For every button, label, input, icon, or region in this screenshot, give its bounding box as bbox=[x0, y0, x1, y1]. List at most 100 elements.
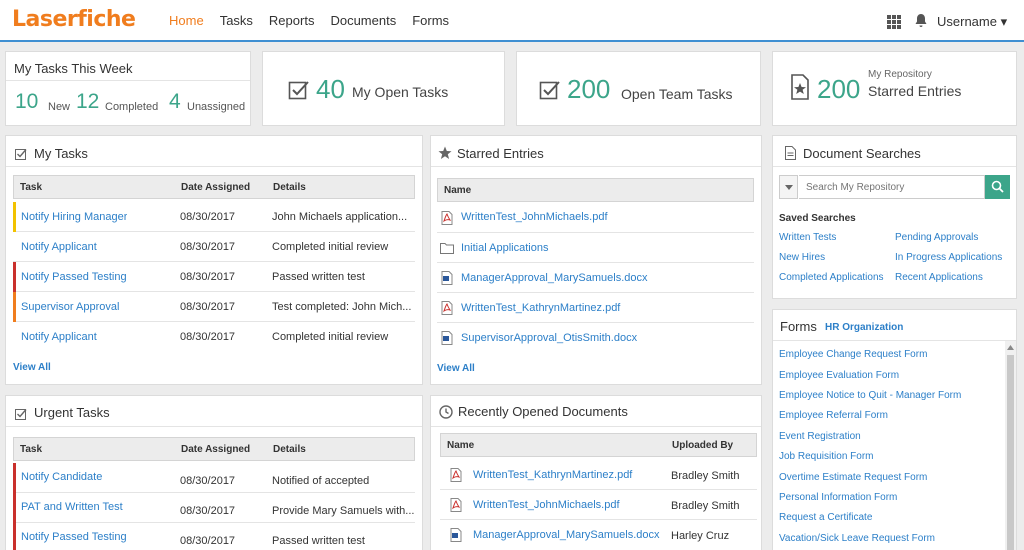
form-link[interactable]: Employee Notice to Quit - Manager Form bbox=[779, 390, 961, 401]
pdf-icon bbox=[450, 498, 462, 512]
nav-reports[interactable]: Reports bbox=[269, 13, 315, 28]
task-date: 08/30/2017 bbox=[180, 505, 236, 517]
docx-icon bbox=[441, 271, 453, 285]
file-row[interactable]: ManagerApproval_MarySamuels.docx Harley … bbox=[440, 520, 757, 550]
file-link[interactable]: WrittenTest_JohnMichaels.pdf bbox=[461, 211, 608, 223]
table-row[interactable]: Notify Passed Testing 08/30/2017 Passed … bbox=[13, 523, 415, 550]
column-date[interactable]: Date Assigned bbox=[181, 444, 250, 455]
file-row[interactable]: WrittenTest_KathrynMartinez.pdf bbox=[437, 293, 754, 323]
search-input[interactable] bbox=[799, 175, 985, 199]
file-link[interactable]: ManagerApproval_MarySamuels.docx bbox=[461, 272, 647, 284]
uploaded-by: Bradley Smith bbox=[671, 500, 740, 512]
table-row[interactable]: Notify Applicant 08/30/2017 Completed in… bbox=[13, 322, 415, 352]
form-link[interactable]: Employee Evaluation Form bbox=[779, 370, 899, 381]
search-scope-dropdown[interactable] bbox=[779, 175, 798, 199]
search-icon bbox=[991, 180, 1004, 193]
table-row[interactable]: Supervisor Approval 08/30/2017 Test comp… bbox=[13, 292, 415, 322]
task-date: 08/30/2017 bbox=[180, 241, 236, 253]
starred-view-all[interactable]: View All bbox=[437, 363, 475, 374]
task-link[interactable]: Notify Hiring Manager bbox=[21, 211, 127, 223]
column-name[interactable]: Name bbox=[444, 185, 471, 196]
column-name[interactable]: Name bbox=[447, 440, 474, 451]
form-link[interactable]: Job Requisition Form bbox=[779, 451, 873, 462]
file-link[interactable]: WrittenTest_KathrynMartinez.pdf bbox=[473, 469, 632, 481]
starred-summary-card[interactable]: 200 My Repository Starred Entries bbox=[772, 51, 1017, 126]
table-row[interactable]: Notify Passed Testing 08/30/2017 Passed … bbox=[13, 262, 415, 292]
folder-link[interactable]: Initial Applications bbox=[461, 242, 548, 254]
saved-search-link[interactable]: Pending Approvals bbox=[895, 232, 978, 243]
file-row[interactable]: WrittenTest_JohnMichaels.pdf bbox=[437, 203, 754, 233]
chevron-down-icon bbox=[785, 185, 793, 190]
scrollbar-thumb[interactable] bbox=[1007, 355, 1014, 550]
saved-search-link[interactable]: In Progress Applications bbox=[895, 252, 1002, 263]
search-button[interactable] bbox=[985, 175, 1010, 199]
task-check-icon bbox=[15, 409, 27, 420]
saved-search-link[interactable]: Completed Applications bbox=[779, 272, 884, 283]
column-details[interactable]: Details bbox=[273, 444, 306, 455]
bell-icon[interactable] bbox=[913, 13, 929, 29]
table-row[interactable]: Notify Candidate 08/30/2017 Notified of … bbox=[13, 463, 415, 493]
laserfiche-logo[interactable]: Laserfiche bbox=[12, 7, 136, 32]
open-tasks-card[interactable]: 40 My Open Tasks bbox=[262, 51, 505, 126]
file-link[interactable]: WrittenTest_KathrynMartinez.pdf bbox=[461, 302, 620, 314]
saved-searches-title: Saved Searches bbox=[779, 213, 856, 224]
pdf-icon bbox=[441, 301, 453, 315]
user-menu[interactable]: Username ▾ bbox=[937, 14, 1007, 30]
column-uploaded-by[interactable]: Uploaded By bbox=[672, 440, 733, 451]
task-link[interactable]: Notify Candidate bbox=[21, 471, 102, 483]
forms-org-link[interactable]: HR Organization bbox=[825, 322, 903, 333]
scroll-up-icon[interactable] bbox=[1007, 345, 1014, 350]
task-details: Completed initial review bbox=[272, 241, 389, 253]
task-link[interactable]: Notify Passed Testing bbox=[21, 271, 127, 283]
table-row[interactable]: Notify Applicant 08/30/2017 Completed in… bbox=[13, 232, 415, 262]
task-details: Passed written test bbox=[272, 535, 365, 547]
column-details[interactable]: Details bbox=[273, 182, 306, 193]
table-row[interactable]: PAT and Written Test 08/30/2017 Provide … bbox=[13, 493, 415, 523]
document-icon bbox=[785, 146, 796, 160]
form-link[interactable]: Event Registration bbox=[779, 431, 861, 442]
form-link[interactable]: Personal Information Form bbox=[779, 492, 897, 503]
file-link[interactable]: ManagerApproval_MarySamuels.docx bbox=[473, 529, 659, 541]
file-row[interactable]: Initial Applications bbox=[437, 233, 754, 263]
task-details: Test completed: John Mich... bbox=[272, 301, 412, 313]
my-tasks-view-all[interactable]: View All bbox=[13, 362, 51, 373]
completed-label: Completed bbox=[105, 101, 159, 113]
file-link[interactable]: WrittenTest_JohnMichaels.pdf bbox=[473, 499, 620, 511]
table-row[interactable]: Notify Hiring Manager 08/30/2017 John Mi… bbox=[13, 202, 415, 232]
app-grid-icon[interactable] bbox=[887, 15, 901, 29]
file-row[interactable]: WrittenTest_JohnMichaels.pdf Bradley Smi… bbox=[440, 490, 757, 520]
unassigned-label: Unassigned bbox=[187, 101, 246, 113]
column-task[interactable]: Task bbox=[20, 182, 42, 193]
task-link[interactable]: Notify Passed Testing bbox=[21, 531, 127, 543]
checkbox-icon bbox=[288, 81, 309, 100]
file-link[interactable]: SupervisorApproval_OtisSmith.docx bbox=[461, 332, 637, 344]
saved-search-link[interactable]: Recent Applications bbox=[895, 272, 983, 283]
nav-documents[interactable]: Documents bbox=[330, 13, 396, 28]
task-link[interactable]: Notify Applicant bbox=[21, 241, 97, 253]
tasks-this-week-card: My Tasks This Week 10 New 12 Completed 4… bbox=[5, 51, 251, 126]
task-link[interactable]: PAT and Written Test bbox=[21, 501, 123, 513]
form-link[interactable]: Request a Certificate bbox=[779, 512, 872, 523]
saved-search-link[interactable]: New Hires bbox=[779, 252, 825, 263]
saved-search-link[interactable]: Written Tests bbox=[779, 232, 836, 243]
form-link[interactable]: Employee Change Request Form bbox=[779, 349, 927, 360]
file-row[interactable]: WrittenTest_KathrynMartinez.pdf Bradley … bbox=[440, 460, 757, 490]
task-link[interactable]: Notify Applicant bbox=[21, 331, 97, 343]
form-link[interactable]: Overtime Estimate Request Form bbox=[779, 472, 927, 483]
divider bbox=[773, 166, 1016, 167]
team-tasks-card[interactable]: 200 Open Team Tasks bbox=[516, 51, 761, 126]
priority-bar bbox=[13, 463, 16, 493]
nav-forms[interactable]: Forms bbox=[412, 13, 449, 28]
divider bbox=[773, 340, 1016, 341]
file-row[interactable]: ManagerApproval_MarySamuels.docx bbox=[437, 263, 754, 293]
column-task[interactable]: Task bbox=[20, 444, 42, 455]
form-link[interactable]: Employee Referral Form bbox=[779, 410, 888, 421]
column-date[interactable]: Date Assigned bbox=[181, 182, 250, 193]
forms-scrollbar[interactable] bbox=[1005, 341, 1016, 550]
nav-home[interactable]: Home bbox=[169, 13, 204, 28]
form-link[interactable]: Vacation/Sick Leave Request Form bbox=[779, 533, 935, 544]
tasks-this-week-title: My Tasks This Week bbox=[14, 61, 133, 76]
nav-tasks[interactable]: Tasks bbox=[220, 13, 253, 28]
task-link[interactable]: Supervisor Approval bbox=[21, 301, 119, 313]
file-row[interactable]: SupervisorApproval_OtisSmith.docx bbox=[437, 323, 754, 353]
